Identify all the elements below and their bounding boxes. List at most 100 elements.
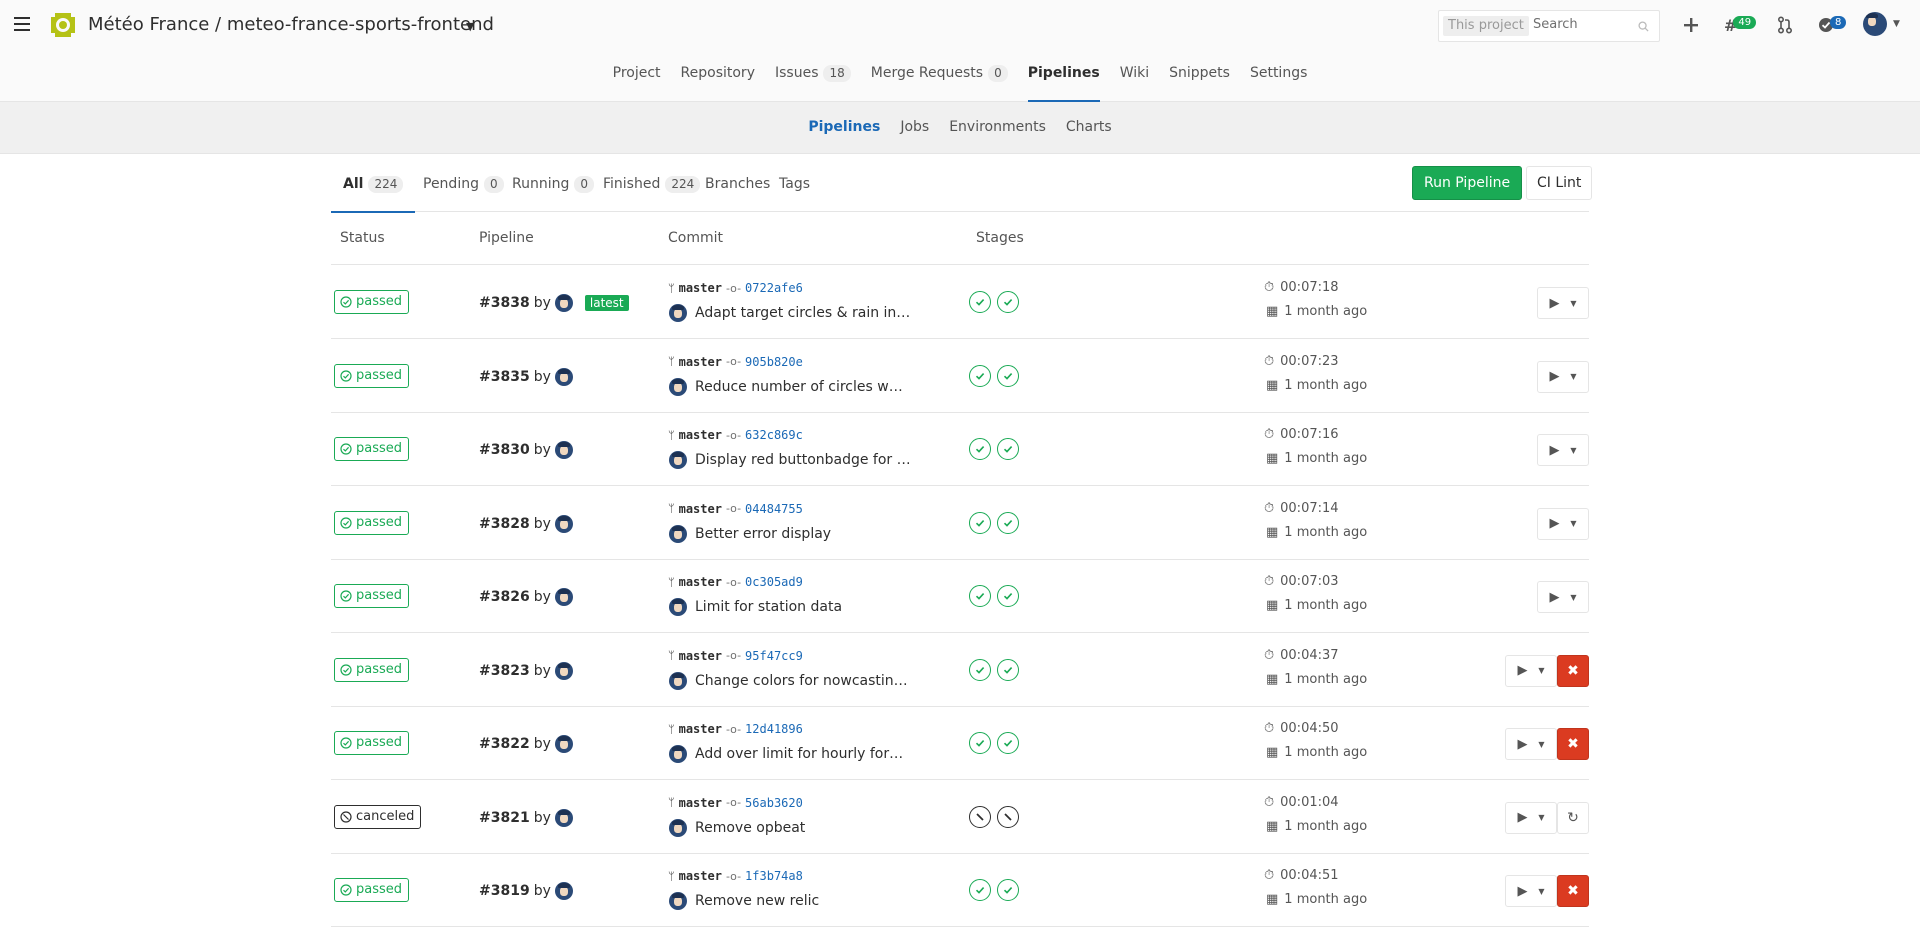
branch-name[interactable]: master [679,502,722,516]
search-input[interactable] [1533,17,1633,32]
todos-link[interactable]: # 49 [1724,14,1757,36]
pipeline-link[interactable]: #3821 [479,810,530,826]
manual-actions-dropdown[interactable]: ▶ ▼ [1505,801,1557,834]
avatar[interactable] [554,882,573,900]
stage-passed-button[interactable] [997,585,1019,607]
avatar[interactable] [669,377,687,396]
stage-passed-button[interactable] [997,879,1019,901]
tab-finished[interactable]: Finished 224 [603,176,701,212]
stage-passed-button[interactable] [997,658,1019,681]
commit-sha[interactable]: 905b820e [745,355,803,369]
branch-name[interactable]: master [679,575,722,589]
manual-actions-dropdown[interactable]: ▶ ▼ [1537,581,1589,613]
pipeline-link[interactable]: #3826 [479,589,530,605]
commit-sha[interactable]: 0c305ad9 [745,575,803,589]
stage-passed-button[interactable] [997,511,1019,534]
commit-sha[interactable]: 632c869c [745,428,803,442]
status-badge[interactable]: passed [334,878,410,902]
commit-sha[interactable]: 04484755 [745,502,803,516]
avatar[interactable] [669,524,687,543]
tab-branches[interactable]: Branches [705,176,770,212]
nav-item-repository[interactable]: Repository [681,65,755,102]
tab-tags[interactable]: Tags [779,176,810,212]
avatar[interactable] [554,294,573,312]
status-badge[interactable]: canceled [334,804,422,829]
commit-title[interactable]: Change colors for nowcastin… [695,673,908,689]
tab-pending[interactable]: Pending 0 [423,176,504,212]
nav-item-issues[interactable]: Issues 18 [775,65,851,102]
subnav-item-jobs[interactable]: Jobs [900,119,929,135]
tab-running[interactable]: Running 0 [512,176,595,212]
stage-passed-button[interactable] [969,732,991,754]
avatar[interactable] [554,808,573,827]
stage-passed-button[interactable] [969,585,991,607]
subnav-item-charts[interactable]: Charts [1066,119,1112,135]
avatar[interactable] [554,514,573,533]
branch-name[interactable]: master [679,649,722,663]
plus-icon[interactable] [1683,14,1699,36]
status-badge[interactable]: passed [334,584,410,608]
nav-item-project[interactable]: Project [613,65,661,102]
retry-pipeline-button[interactable]: ↻ [1557,801,1589,834]
stage-passed-button[interactable] [969,511,991,534]
commit-sha[interactable]: 95f47cc9 [745,649,803,663]
pipeline-link[interactable]: #3835 [479,369,530,385]
commit-sha[interactable]: 0722afe6 [745,281,803,295]
avatar[interactable] [669,451,687,469]
commit-title[interactable]: Adapt target circles & rain in… [695,305,910,321]
cancel-pipeline-button[interactable]: ✖ [1557,728,1589,760]
commit-title[interactable]: Remove new relic [695,893,819,909]
manual-actions-dropdown[interactable]: ▶ ▼ [1505,654,1557,687]
avatar[interactable] [554,661,573,680]
avatar[interactable] [669,304,687,322]
stage-passed-button[interactable] [997,438,1019,460]
stage-canceled-button[interactable] [997,805,1019,828]
stage-passed-button[interactable] [969,291,991,313]
manual-actions-dropdown[interactable]: ▶ ▼ [1537,434,1589,466]
commit-title[interactable]: Add over limit for hourly for… [695,746,903,762]
pipeline-link[interactable]: #3830 [479,442,530,458]
avatar[interactable] [669,598,687,616]
ci-lint-button[interactable]: CI Lint [1526,166,1593,200]
manual-actions-dropdown[interactable]: ▶ ▼ [1537,287,1589,319]
stage-passed-button[interactable] [969,364,991,387]
manual-actions-dropdown[interactable]: ▶ ▼ [1505,875,1557,907]
nav-item-settings[interactable]: Settings [1250,65,1307,102]
pipeline-link[interactable]: #3828 [479,516,530,532]
avatar[interactable] [554,588,573,606]
branch-name[interactable]: master [679,428,722,442]
branch-name[interactable]: master [679,355,722,369]
stage-passed-button[interactable] [997,732,1019,754]
pipeline-link[interactable]: #3823 [479,663,530,679]
chevron-down-icon[interactable]: ▼ [466,20,474,33]
stage-passed-button[interactable] [969,879,991,901]
commit-title[interactable]: Display red buttonbadge for … [695,452,911,468]
manual-actions-dropdown[interactable]: ▶ ▼ [1505,728,1557,760]
nav-item-merge-requests[interactable]: Merge Requests 0 [871,65,1008,102]
nav-item-snippets[interactable]: Snippets [1169,65,1230,102]
merge-request-icon[interactable] [1777,14,1793,36]
issues-link[interactable]: 8 [1818,14,1847,36]
stage-canceled-button[interactable] [969,805,991,828]
status-badge[interactable]: passed [334,290,410,314]
pipeline-link[interactable]: #3838 [479,295,530,311]
commit-title[interactable]: Reduce number of circles w… [695,379,903,395]
commit-sha[interactable]: 12d41896 [745,722,803,736]
branch-name[interactable]: master [679,722,722,736]
status-badge[interactable]: passed [334,731,410,755]
nav-item-wiki[interactable]: Wiki [1120,65,1149,102]
menu-icon[interactable] [14,17,30,31]
manual-actions-dropdown[interactable]: ▶ ▼ [1537,507,1589,540]
stage-passed-button[interactable] [997,291,1019,313]
run-pipeline-button[interactable]: Run Pipeline [1412,166,1523,200]
status-badge[interactable]: passed [334,437,410,461]
commit-sha[interactable]: 56ab3620 [745,796,803,810]
manual-actions-dropdown[interactable]: ▶ ▼ [1537,360,1589,393]
pipeline-link[interactable]: #3822 [479,736,530,752]
branch-name[interactable]: master [679,281,722,295]
commit-title[interactable]: Better error display [695,526,831,542]
search-scope-badge[interactable]: This project [1443,16,1529,36]
project-logo-icon[interactable] [48,10,78,40]
nav-item-pipelines[interactable]: Pipelines [1027,65,1100,102]
avatar[interactable] [554,367,573,386]
